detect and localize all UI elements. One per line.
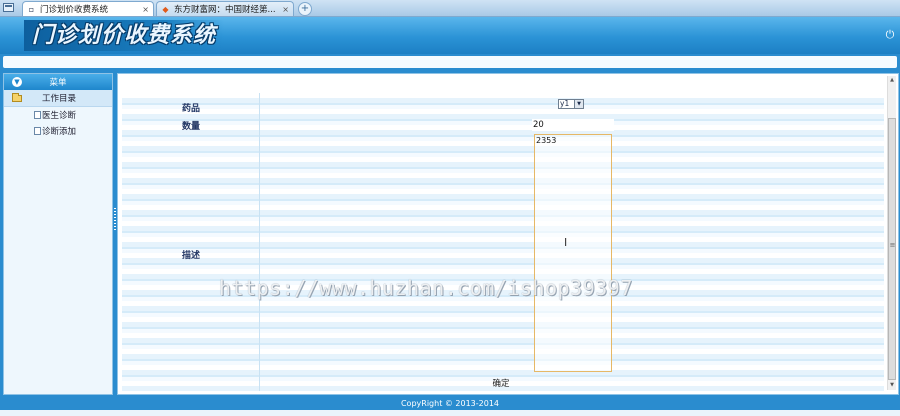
quantity-input[interactable] (532, 119, 614, 131)
quantity-label: 数量 (182, 122, 201, 132)
drug-label: 药品 (182, 104, 201, 114)
chevron-down-icon[interactable]: ▼ (12, 77, 22, 87)
toolbar-strip (3, 56, 897, 68)
drug-select-value: y1 (560, 99, 570, 108)
new-tab-button[interactable]: + (298, 2, 312, 16)
document-icon (34, 111, 41, 119)
confirm-button[interactable]: 确定 (488, 377, 514, 389)
main-panel: 药品 y1 ▼ 数量 描述 2353 I 确定 ▲ ▼ (117, 73, 899, 395)
sidebar-item-add-diagnosis[interactable]: 诊断添加 (4, 123, 112, 139)
vertical-scrollbar[interactable]: ▲ ▼ (887, 76, 896, 390)
chevron-down-icon[interactable]: ▼ (574, 100, 583, 108)
sub-header-bar (0, 54, 900, 71)
status-strip (0, 410, 900, 416)
browser-tab-inactive[interactable]: ◆ 东方财富网：中国财经第... × (156, 1, 294, 16)
sidebar-item-label: 医生诊断 (42, 111, 77, 121)
app-header: 门诊划价收费系统 ⏻ (0, 17, 900, 54)
browser-tab-active[interactable]: ▫ 门诊划价收费系统 × (22, 1, 154, 16)
description-textarea[interactable]: 2353 (534, 134, 612, 372)
folder-icon (12, 92, 22, 102)
tab-label: 东方财富网：中国财经第... (174, 5, 276, 15)
drug-select[interactable]: y1 ▼ (558, 99, 584, 109)
site-favicon-icon: ◆ (162, 4, 169, 14)
scroll-thumb[interactable] (888, 118, 896, 380)
folder-label: 工作目录 (42, 94, 77, 104)
menu-header[interactable]: ▼ 菜单 (4, 74, 112, 90)
description-label: 描述 (182, 251, 201, 261)
text-cursor-icon: I (564, 236, 568, 249)
tab-close-icon[interactable]: × (282, 5, 289, 14)
column-divider (259, 93, 260, 391)
sidebar-menu: ▼ 菜单 工作目录 医生诊断 诊断添加 (3, 73, 113, 395)
page-icon: ▫ (28, 4, 35, 14)
sidebar-folder-work[interactable]: 工作目录 (4, 90, 112, 107)
app-logo: 门诊划价收费系统 (24, 20, 225, 51)
scroll-down-icon[interactable]: ▼ (888, 381, 896, 390)
scroll-up-icon[interactable]: ▲ (888, 76, 896, 85)
sidebar-item-doctor-diagnosis[interactable]: 医生诊断 (4, 107, 112, 123)
footer-copyright: CopyRight © 2013-2014 (0, 397, 900, 410)
power-icon[interactable]: ⏻ (884, 29, 896, 41)
splitter-grip-icon[interactable] (114, 208, 116, 230)
sidebar-item-label: 诊断添加 (42, 127, 77, 137)
form-background (122, 93, 884, 391)
window-menu-icon[interactable] (3, 3, 14, 12)
watermark-text: https://www.huzhan.com/ishop39397 (219, 276, 633, 300)
menu-title: 菜单 (49, 78, 67, 88)
tab-label: 门诊划价收费系统 (40, 5, 109, 15)
document-icon (34, 127, 41, 135)
tab-close-icon[interactable]: × (142, 5, 149, 14)
browser-tab-strip: ▫ 门诊划价收费系统 × ◆ 东方财富网：中国财经第... × + (0, 0, 900, 17)
